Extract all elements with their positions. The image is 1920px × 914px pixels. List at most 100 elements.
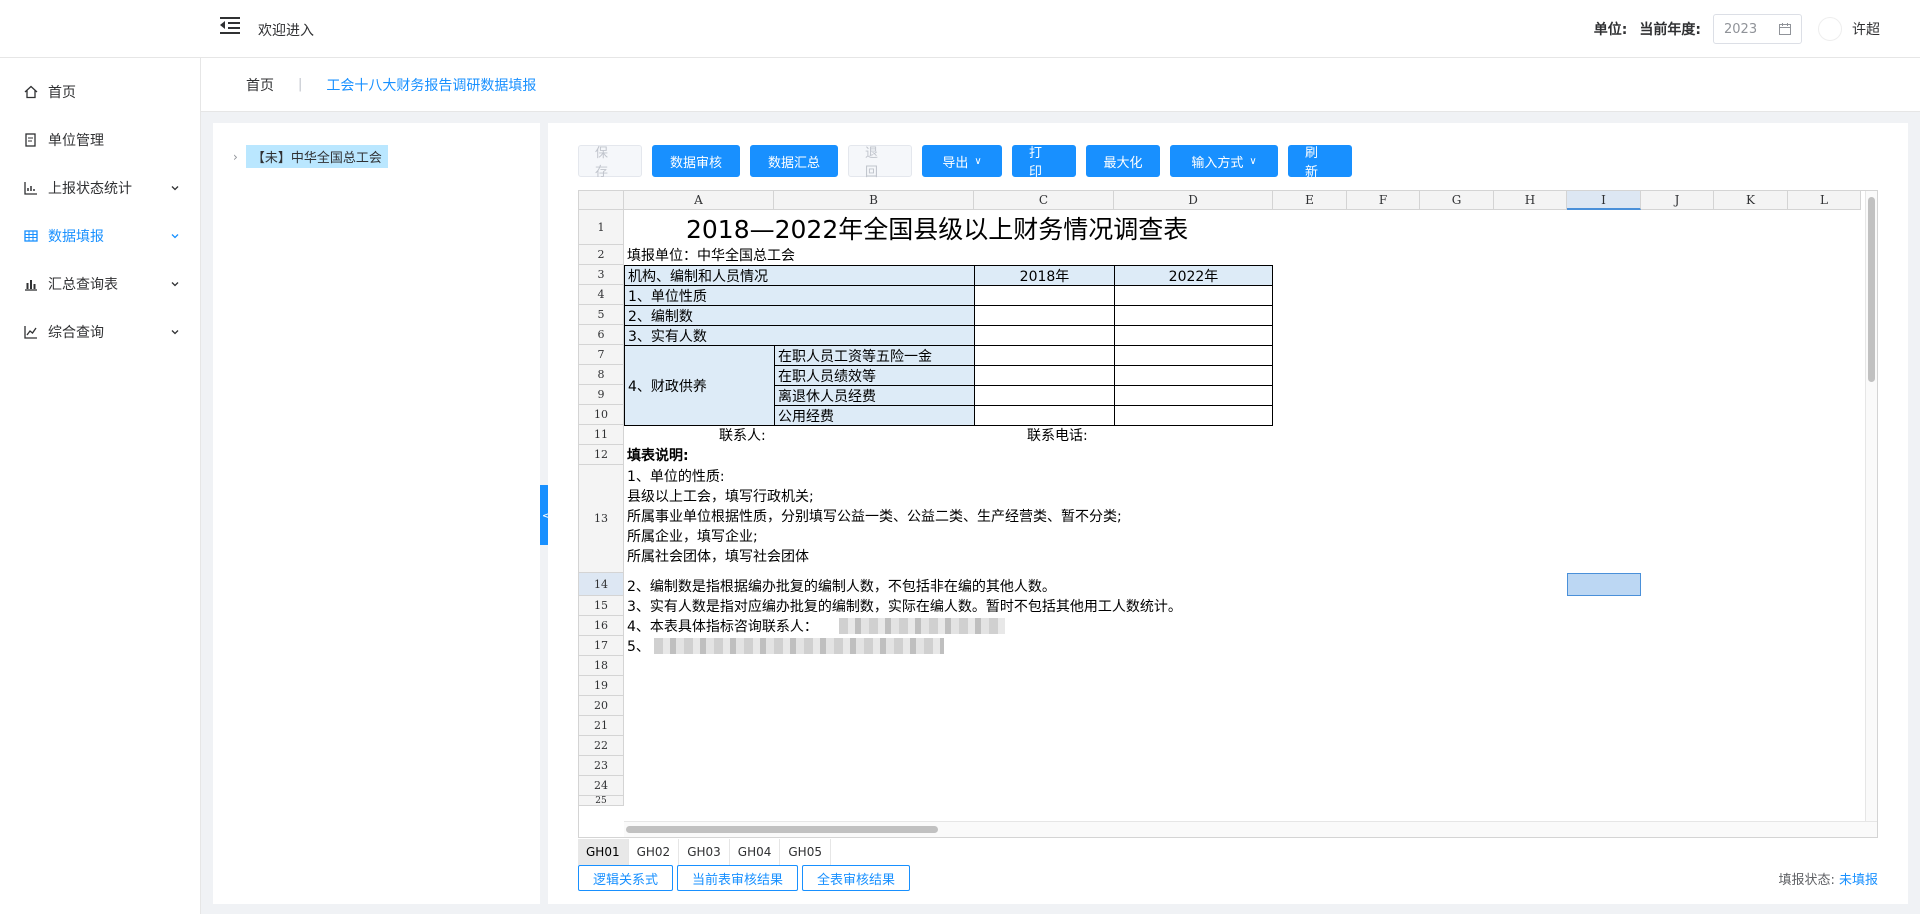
sheet-corner[interactable] xyxy=(579,191,624,210)
sidebar-item-data-entry[interactable]: 数据填报 xyxy=(0,212,200,260)
label-cell[interactable]: 3、实有人数 xyxy=(624,325,975,346)
row-header[interactable]: 4 xyxy=(579,285,624,305)
row-header[interactable]: 5 xyxy=(579,305,624,325)
vertical-scrollbar[interactable] xyxy=(1865,191,1877,823)
row-header[interactable]: 14 xyxy=(579,573,624,596)
row-header[interactable]: 21 xyxy=(579,716,624,736)
input-cell[interactable] xyxy=(974,305,1115,326)
row-header[interactable]: 24 xyxy=(579,776,624,796)
input-cell[interactable] xyxy=(1114,405,1273,426)
input-cell[interactable] xyxy=(974,325,1115,346)
sheet-tab-gh01[interactable]: GH01 xyxy=(578,839,629,865)
column-header-f[interactable]: F xyxy=(1347,191,1420,210)
column-header-d[interactable]: D xyxy=(1114,191,1273,210)
maximize-button[interactable]: 最大化 xyxy=(1086,145,1160,177)
row-header[interactable]: 13 xyxy=(579,465,624,573)
vertical-scroll-thumb[interactable] xyxy=(1868,197,1875,382)
sheet-tab-gh05[interactable]: GH05 xyxy=(780,839,831,865)
column-header-b[interactable]: B xyxy=(774,191,974,210)
row-header[interactable]: 18 xyxy=(579,656,624,676)
column-header-g[interactable]: G xyxy=(1420,191,1494,210)
column-header-k[interactable]: K xyxy=(1714,191,1788,210)
row-header[interactable]: 7 xyxy=(579,345,624,365)
header-cell-2022[interactable]: 2022年 xyxy=(1114,265,1273,286)
sidebar-item-unit-management[interactable]: 单位管理 xyxy=(0,116,200,164)
export-button[interactable]: 导出 ∨ xyxy=(922,145,1002,177)
breadcrumb-home[interactable]: 首页 xyxy=(246,75,274,95)
column-header-e[interactable]: E xyxy=(1273,191,1347,210)
username[interactable]: 许超 xyxy=(1852,19,1880,39)
row-header[interactable]: 17 xyxy=(579,636,624,656)
row-header[interactable]: 22 xyxy=(579,736,624,756)
chevron-right-icon[interactable]: › xyxy=(233,150,238,164)
header-cell[interactable]: 机构、编制和人员情况 xyxy=(624,265,975,286)
spreadsheet[interactable]: A B C D E F G H I J K L 1 2 3 4 5 6 7 8 … xyxy=(578,190,1878,838)
row-header[interactable]: 2 xyxy=(579,245,624,265)
tree-node-label[interactable]: 【未】中华全国总工会 xyxy=(245,145,388,168)
column-header-c[interactable]: C xyxy=(974,191,1114,210)
print-button[interactable]: 打 印 xyxy=(1012,145,1076,180)
row-header[interactable]: 15 xyxy=(579,596,624,616)
logic-relation-button[interactable]: 逻辑关系式 xyxy=(578,865,674,891)
label-cell-merged[interactable]: 4、财政供养 xyxy=(624,345,775,426)
selected-cell[interactable] xyxy=(1567,573,1641,596)
label-cell[interactable]: 公用经费 xyxy=(774,405,975,426)
input-cell[interactable] xyxy=(1114,385,1273,406)
column-header-j[interactable]: J xyxy=(1641,191,1714,210)
input-cell[interactable] xyxy=(974,385,1115,406)
label-cell[interactable]: 1、单位性质 xyxy=(624,285,975,306)
refresh-button[interactable]: 刷 新 xyxy=(1288,145,1352,180)
row-header[interactable]: 3 xyxy=(579,265,624,285)
tree-node-root[interactable]: › 【未】中华全国总工会 xyxy=(233,145,388,168)
input-cell[interactable] xyxy=(1114,285,1273,306)
label-cell[interactable]: 在职人员绩效等 xyxy=(774,365,975,386)
row-header[interactable]: 16 xyxy=(579,616,624,636)
row-header[interactable]: 11 xyxy=(579,425,624,445)
row-header[interactable]: 23 xyxy=(579,756,624,776)
save-button[interactable]: 保 存 xyxy=(578,145,642,180)
horizontal-scroll-thumb[interactable] xyxy=(626,826,938,833)
input-cell[interactable] xyxy=(1114,365,1273,386)
row-header[interactable]: 12 xyxy=(579,445,624,465)
column-header-i[interactable]: I xyxy=(1567,191,1641,210)
column-header-l[interactable]: L xyxy=(1788,191,1861,210)
return-button[interactable]: 退 回 xyxy=(848,145,912,180)
input-cell[interactable] xyxy=(974,345,1115,366)
data-audit-button[interactable]: 数据审核 xyxy=(652,145,740,177)
header-cell-2018[interactable]: 2018年 xyxy=(974,265,1115,286)
row-header[interactable]: 25 xyxy=(579,796,624,806)
row-header[interactable]: 10 xyxy=(579,405,624,425)
sheet-title-cell[interactable]: 2018—2022年全国县级以上财务情况调查表 xyxy=(624,210,1273,245)
row-header[interactable]: 19 xyxy=(579,676,624,696)
menu-fold-icon[interactable] xyxy=(220,17,240,35)
avatar[interactable] xyxy=(1818,17,1842,41)
year-picker[interactable]: 2023 xyxy=(1713,14,1802,44)
current-audit-result-button[interactable]: 当前表审核结果 xyxy=(677,865,799,891)
sidebar-item-summary-query[interactable]: 汇总查询表 xyxy=(0,260,200,308)
row-header[interactable]: 6 xyxy=(579,325,624,345)
sheet-tab-gh04[interactable]: GH04 xyxy=(730,839,781,865)
row-header[interactable]: 1 xyxy=(579,210,624,245)
column-header-a[interactable]: A xyxy=(624,191,774,210)
unit-fill-cell[interactable]: 填报单位：中华全国总工会 xyxy=(624,245,974,265)
input-cell[interactable] xyxy=(1114,305,1273,326)
input-cell[interactable] xyxy=(1114,345,1273,366)
row-header[interactable]: 9 xyxy=(579,385,624,405)
sidebar-item-home[interactable]: 首页 xyxy=(0,68,200,116)
input-cell[interactable] xyxy=(974,365,1115,386)
input-cell[interactable] xyxy=(974,285,1115,306)
row-header[interactable]: 20 xyxy=(579,696,624,716)
label-cell[interactable]: 离退休人员经费 xyxy=(774,385,975,406)
row-header[interactable]: 8 xyxy=(579,365,624,385)
horizontal-scrollbar[interactable] xyxy=(624,821,1877,837)
data-summary-button[interactable]: 数据汇总 xyxy=(750,145,838,177)
label-cell[interactable]: 2、编制数 xyxy=(624,305,975,326)
label-cell[interactable]: 在职人员工资等五险一金 xyxy=(774,345,975,366)
input-cell[interactable] xyxy=(974,405,1115,426)
sidebar-item-comprehensive-query[interactable]: 综合查询 xyxy=(0,308,200,356)
sheet-tab-gh02[interactable]: GH02 xyxy=(629,839,680,865)
sheet-tab-gh03[interactable]: GH03 xyxy=(679,839,730,865)
input-mode-button[interactable]: 输入方式 ∨ xyxy=(1170,145,1278,177)
all-audit-result-button[interactable]: 全表审核结果 xyxy=(802,865,911,891)
sidebar-item-report-status[interactable]: 上报状态统计 xyxy=(0,164,200,212)
